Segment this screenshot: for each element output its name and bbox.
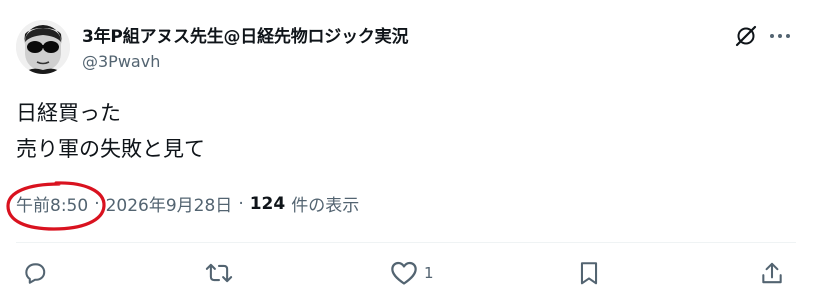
retweet-button[interactable] <box>204 256 234 290</box>
share-icon <box>762 262 782 284</box>
views-count[interactable]: 124 <box>250 194 286 214</box>
tweet-text-line: 売り軍の失敗と見て <box>16 137 205 161</box>
like-button[interactable]: 1 <box>390 256 434 290</box>
tweet-text-line: 日経買った <box>16 101 121 125</box>
views-label[interactable]: 件の表示 <box>291 191 359 216</box>
grok-icon[interactable] <box>730 20 762 52</box>
bookmark-button[interactable] <box>578 256 600 290</box>
like-count: 1 <box>424 264 434 282</box>
avatar-image <box>16 20 70 74</box>
reply-icon <box>25 263 46 284</box>
heart-icon <box>391 261 417 285</box>
bookmark-icon <box>580 262 598 285</box>
annotation-circle <box>6 181 106 231</box>
more-icon[interactable] <box>764 20 796 52</box>
tweet-text: 日経買った 売り軍の失敗と見て <box>16 95 205 167</box>
user-handle[interactable]: @3Pwavh <box>82 52 160 71</box>
retweet-icon <box>205 263 233 283</box>
tweet-date[interactable]: 2026年9月28日 <box>106 191 233 216</box>
avatar[interactable] <box>16 20 70 74</box>
divider <box>16 242 796 243</box>
share-button[interactable] <box>760 256 784 290</box>
meta-separator: · <box>238 193 244 214</box>
reply-button[interactable] <box>22 256 48 290</box>
display-name[interactable]: 3年P組アヌス先生@日経先物ロジック実況 <box>82 22 408 47</box>
